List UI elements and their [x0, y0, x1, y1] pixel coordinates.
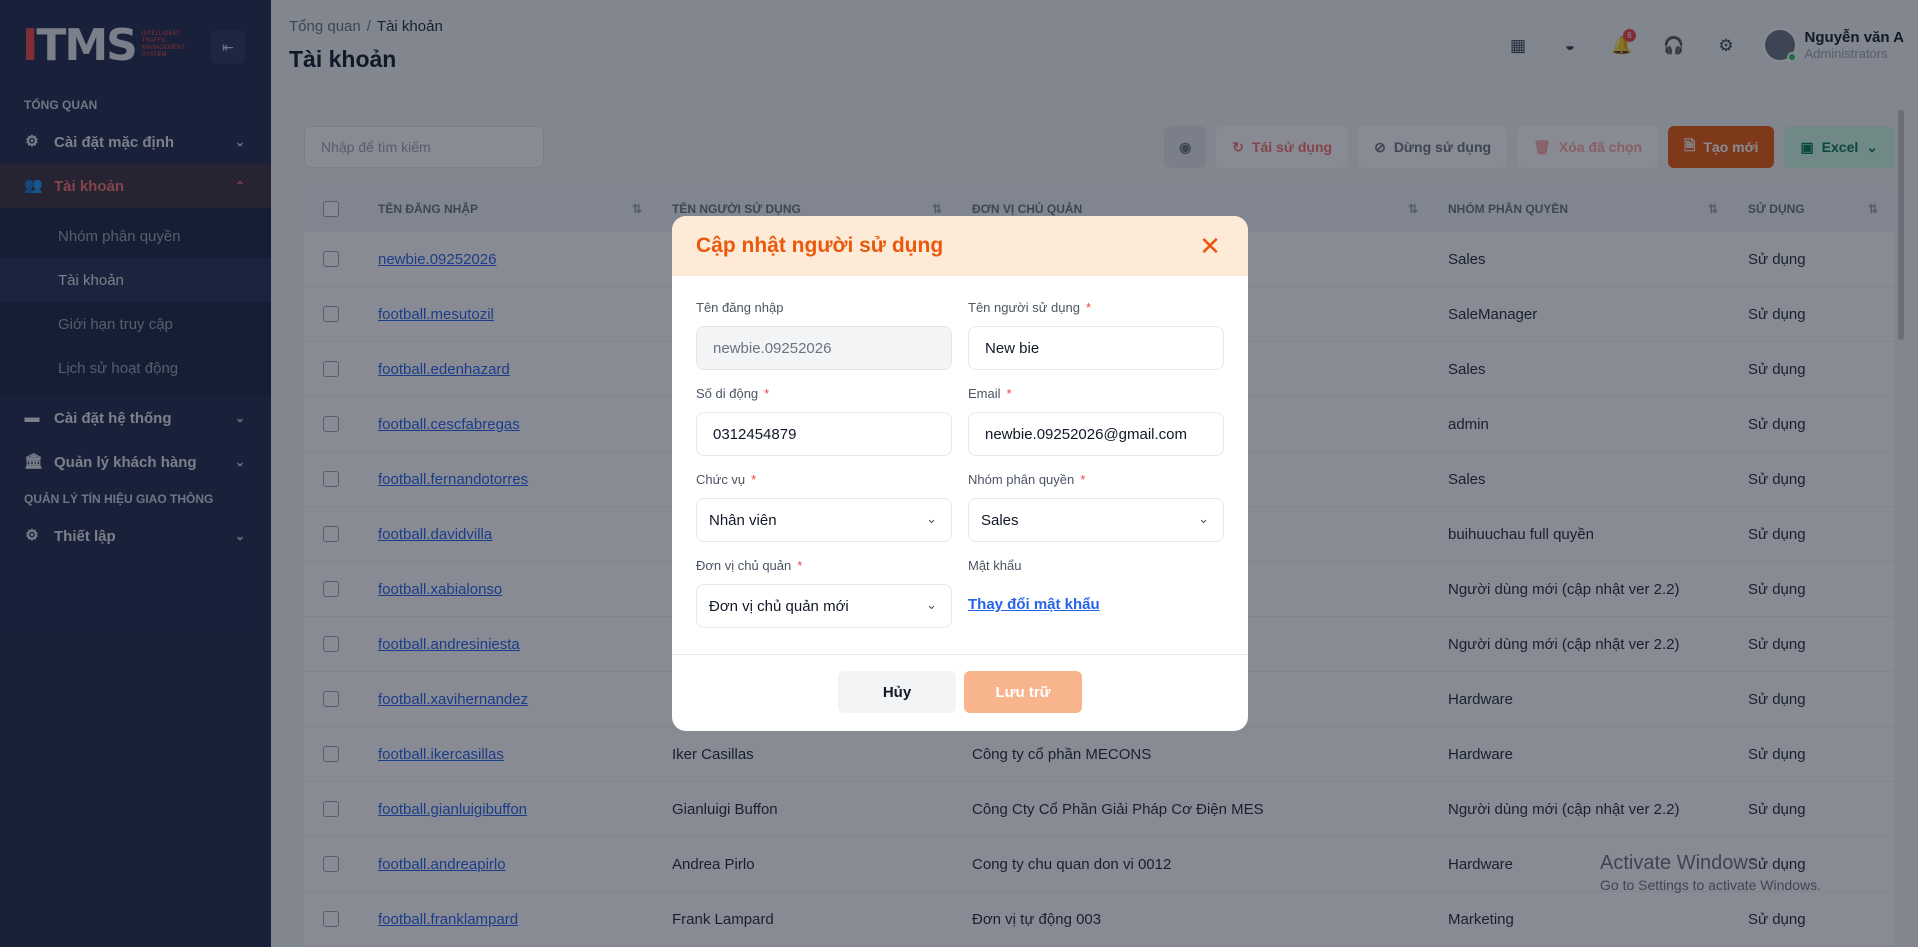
- phone-input[interactable]: 0312454879: [696, 412, 952, 456]
- update-user-modal: Cập nhật người sử dụng ✕ Tên đăng nhập n…: [672, 216, 1248, 731]
- unit-select[interactable]: Đơn vị chủ quản mới ⌄: [696, 584, 952, 628]
- group-select[interactable]: Sales ⌄: [968, 498, 1224, 542]
- fullname-input[interactable]: New bie: [968, 326, 1224, 370]
- field-label: Số di động *: [696, 386, 770, 401]
- save-button[interactable]: Lưu trữ: [964, 671, 1082, 713]
- change-password-link[interactable]: Thay đổi mật khẩu: [968, 596, 1100, 613]
- chevron-down-icon: ⌄: [926, 597, 937, 612]
- position-value: Nhân viên: [709, 511, 777, 529]
- cancel-button[interactable]: Hủy: [838, 671, 956, 713]
- modal-header: Cập nhật người sử dụng: [672, 216, 1248, 276]
- field-email: Email * newbie.09252026@gmail.com: [968, 386, 1224, 456]
- field-label: Tên người sử dụng *: [968, 300, 1091, 315]
- close-button[interactable]: ✕: [1196, 230, 1224, 261]
- field-username: Tên đăng nhập newbie.09252026: [696, 300, 952, 370]
- modal-title: Cập nhật người sử dụng: [696, 234, 944, 257]
- field-position: Chức vụ * Nhân viên ⌄: [696, 472, 952, 542]
- email-input[interactable]: newbie.09252026@gmail.com: [968, 412, 1224, 456]
- field-unit: Đơn vị chủ quản * Đơn vị chủ quản mới ⌄: [696, 558, 952, 628]
- field-label: Mật khẩu: [968, 558, 1022, 573]
- position-select[interactable]: Nhân viên ⌄: [696, 498, 952, 542]
- field-phone: Số di động * 0312454879: [696, 386, 952, 456]
- group-value: Sales: [981, 511, 1019, 529]
- field-label: Chức vụ *: [696, 472, 757, 487]
- close-icon: ✕: [1199, 230, 1221, 261]
- field-label: Nhóm phân quyền *: [968, 472, 1086, 487]
- chevron-down-icon: ⌄: [926, 511, 937, 526]
- modal-footer: Hủy Lưu trữ: [672, 654, 1248, 731]
- unit-value: Đơn vị chủ quản mới: [709, 597, 849, 615]
- field-fullname: Tên người sử dụng * New bie: [968, 300, 1224, 370]
- field-label: Đơn vị chủ quản *: [696, 558, 803, 573]
- field-label: Email *: [968, 386, 1012, 401]
- field-password: Mật khẩu Thay đổi mật khẩu: [968, 558, 1224, 613]
- field-label: Tên đăng nhập: [696, 300, 784, 315]
- chevron-down-icon: ⌄: [1198, 511, 1209, 526]
- field-group: Nhóm phân quyền * Sales ⌄: [968, 472, 1224, 542]
- username-input: newbie.09252026: [696, 326, 952, 370]
